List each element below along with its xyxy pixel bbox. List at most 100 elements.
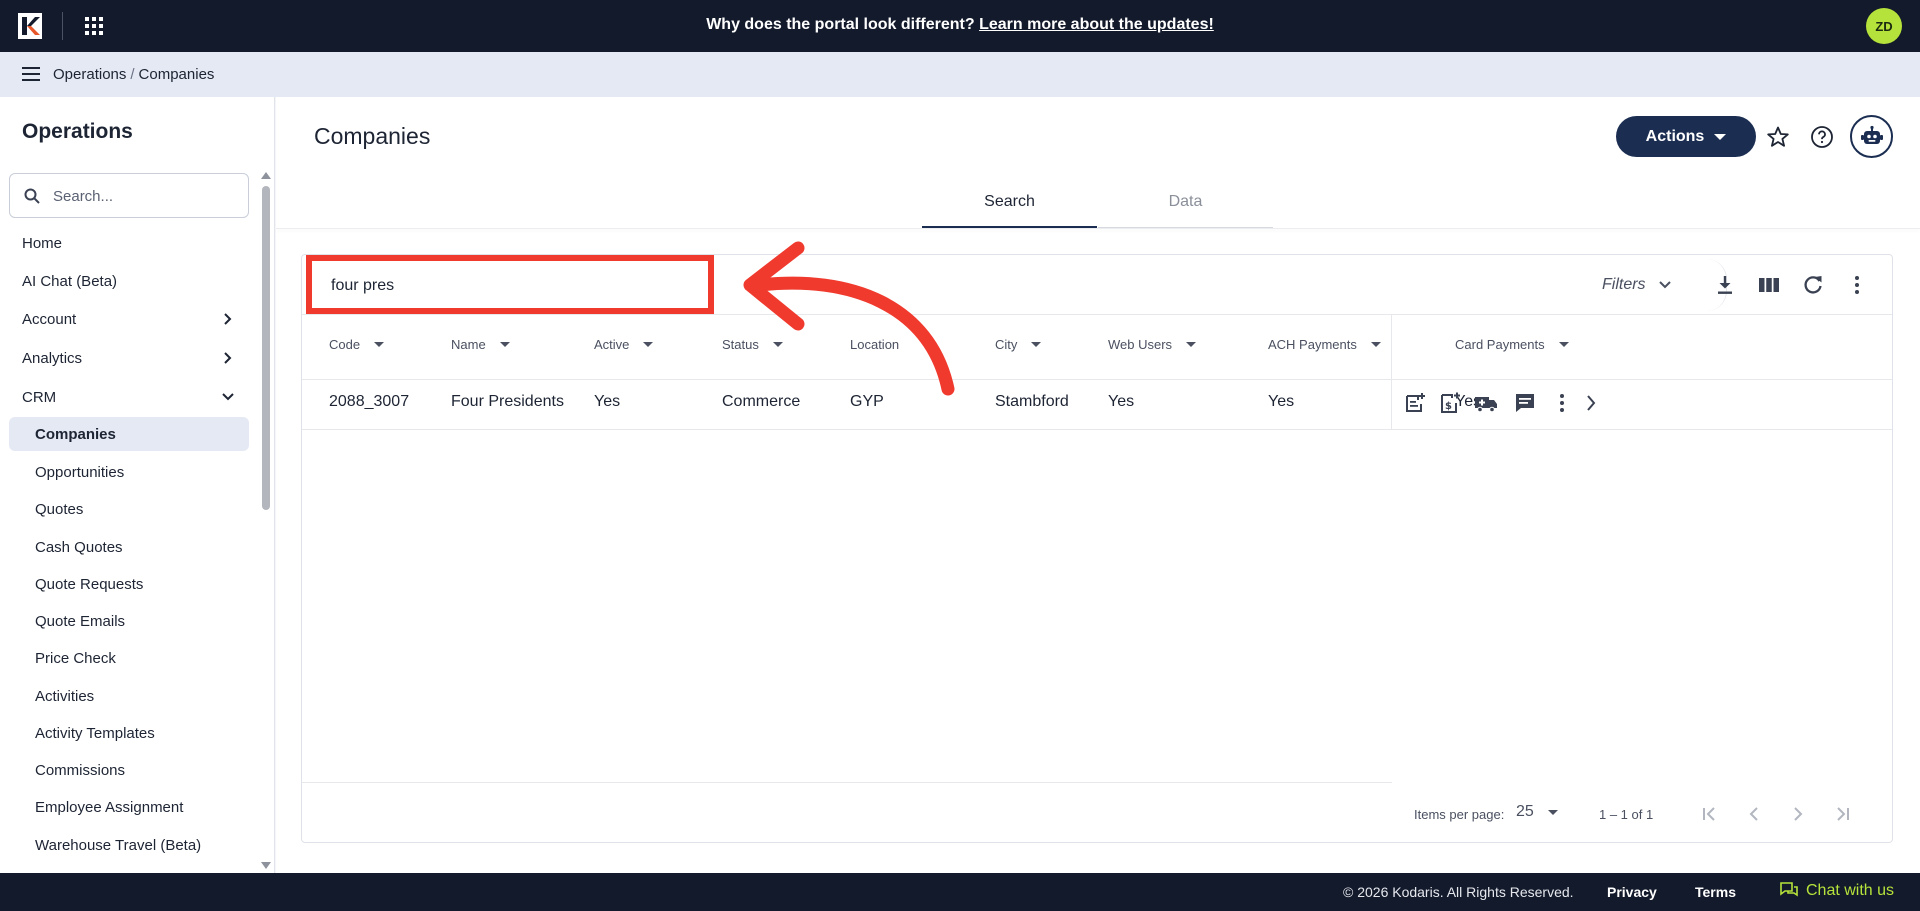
user-avatar[interactable]: ZD [1866,8,1902,44]
filters-dropdown[interactable]: Filters [1602,255,1712,315]
items-per-page-label: Items per page: [1414,807,1505,822]
main-panel: Companies Actions Search Data Filters [276,97,1920,873]
sidebar-item-opportunities[interactable]: Opportunities [9,455,249,489]
sidebar-scrollbar-thumb[interactable] [262,186,270,510]
page-footer: © 2026 Kodaris. All Rights Reserved. Pri… [0,873,1920,911]
sidebar-item-label: Employee Assignment [35,798,184,816]
column-header-name[interactable]: Name [451,337,510,352]
sidebar-item-label: CRM [22,388,57,406]
column-header-label: Web Users [1108,337,1173,352]
column-header-card-payments[interactable]: Card Payments [1455,337,1569,352]
download-icon[interactable] [1713,273,1737,297]
sort-caret-icon [643,342,654,347]
sidebar-item-quote-requests[interactable]: Quote Requests [9,567,249,601]
breadcrumb-operations[interactable]: Operations [53,66,126,83]
cell-active: Yes [594,393,621,410]
breadcrumb-separator: / [130,66,135,83]
items-per-page-value: 25 [1516,803,1534,820]
sidebar-search [9,173,249,218]
update-banner: Why does the portal look different? Lear… [0,16,1920,34]
sidebar-item-activity-templates[interactable]: Activity Templates [9,716,249,750]
sort-caret-icon [499,342,510,347]
chevron-down-icon [1658,281,1671,289]
sort-caret-icon [1558,342,1569,347]
company-search-input[interactable] [331,275,691,297]
column-header-label: ACH Payments [1268,337,1357,352]
chevron-right-icon [224,352,232,364]
sidebar-item-label: Cash Quotes [35,538,123,556]
items-per-page-select[interactable]: 25 [1516,803,1558,821]
column-header-label: Card Payments [1455,337,1545,352]
column-header-label: City [995,337,1018,352]
sidebar-item-label: Quotes [35,500,84,518]
tab-data[interactable]: Data [1098,193,1273,228]
last-page-icon[interactable] [1831,803,1853,825]
more-vertical-icon[interactable] [1845,273,1869,297]
chat-label: Chat with us [1806,882,1895,899]
cell-city: Stambford [995,393,1069,410]
columns-icon[interactable] [1757,273,1781,297]
annotation-arrow-icon [743,241,955,396]
sidebar-item-label: Warehouse Travel (Beta) [35,836,202,854]
search-icon [24,188,40,204]
help-icon[interactable] [1810,125,1834,149]
column-header-web-users[interactable]: Web Users [1108,337,1197,352]
chevron-right-icon[interactable] [1579,391,1603,415]
top-bar: Why does the portal look different? Lear… [0,0,1920,52]
add-invoice-icon[interactable]: $ [1438,391,1462,415]
chat-bubbles-icon [1780,882,1798,897]
cell-name[interactable]: Four Presidents [451,393,564,411]
column-header-active[interactable]: Active [594,337,654,352]
sidebar-title: Operations [22,120,133,143]
sidebar-item-quote-emails[interactable]: Quote Emails [9,604,249,638]
cell-code[interactable]: 2088_3007 [329,393,409,411]
scroll-up-arrow[interactable] [261,172,271,179]
sidebar-item-label: Quote Requests [35,575,144,593]
sidebar-item-warehouse-travel[interactable]: Warehouse Travel (Beta) [9,828,249,862]
privacy-link[interactable]: Privacy [1607,884,1657,900]
actions-button[interactable]: Actions [1616,116,1756,157]
next-page-icon[interactable] [1787,803,1809,825]
sidebar-item-cash-quotes[interactable]: Cash Quotes [9,530,249,564]
comment-icon[interactable] [1513,391,1537,415]
sidebar-item-employee-assignment[interactable]: Employee Assignment [9,790,249,824]
sidebar-item-home[interactable]: Home [9,226,249,260]
column-header-code[interactable]: Code [329,337,385,352]
sidebar-item-ai-chat[interactable]: AI Chat (Beta) [9,264,249,298]
scroll-down-arrow[interactable] [261,862,271,869]
sidebar-item-label: Activities [35,687,95,705]
delivery-truck-icon[interactable] [1474,391,1498,415]
add-note-icon[interactable] [1403,391,1427,415]
star-icon[interactable] [1766,125,1790,149]
chevron-right-icon [224,313,232,325]
sidebar-search-input[interactable] [53,184,238,208]
previous-page-icon[interactable] [1743,803,1765,825]
sort-caret-icon [1370,342,1381,347]
sidebar-item-crm[interactable]: CRM [9,380,249,414]
sidebar-item-account[interactable]: Account [9,302,249,336]
first-page-icon[interactable] [1699,803,1721,825]
sidebar-item-analytics[interactable]: Analytics [9,341,249,375]
row-more-vertical-icon[interactable] [1550,391,1574,415]
banner-link[interactable]: Learn more about the updates! [979,16,1214,33]
refresh-icon[interactable] [1801,273,1825,297]
filters-label: Filters [1602,276,1646,293]
hamburger-menu-icon[interactable] [22,66,40,82]
sidebar-item-companies[interactable]: Companies [9,417,249,451]
sidebar-item-commissions[interactable]: Commissions [9,753,249,787]
sidebar-item-label: Companies [35,425,116,443]
sidebar-item-activities[interactable]: Activities [9,679,249,713]
sort-caret-icon [374,342,385,347]
sidebar-item-price-check[interactable]: Price Check [9,641,249,675]
column-header-label: Active [594,337,630,352]
sidebar-item-quotes[interactable]: Quotes [9,492,249,526]
column-header-city[interactable]: City [995,337,1042,352]
column-header-ach-payments[interactable]: ACH Payments [1268,337,1381,352]
sort-caret-icon [1031,342,1042,347]
terms-link[interactable]: Terms [1695,884,1736,900]
breadcrumb-bar: Operations / Companies [0,52,1920,97]
ai-assistant-button[interactable] [1850,115,1893,158]
tab-search[interactable]: Search [922,193,1097,228]
column-header-label: Code [329,337,361,352]
chat-with-us-button[interactable]: Chat with us [1780,882,1894,900]
